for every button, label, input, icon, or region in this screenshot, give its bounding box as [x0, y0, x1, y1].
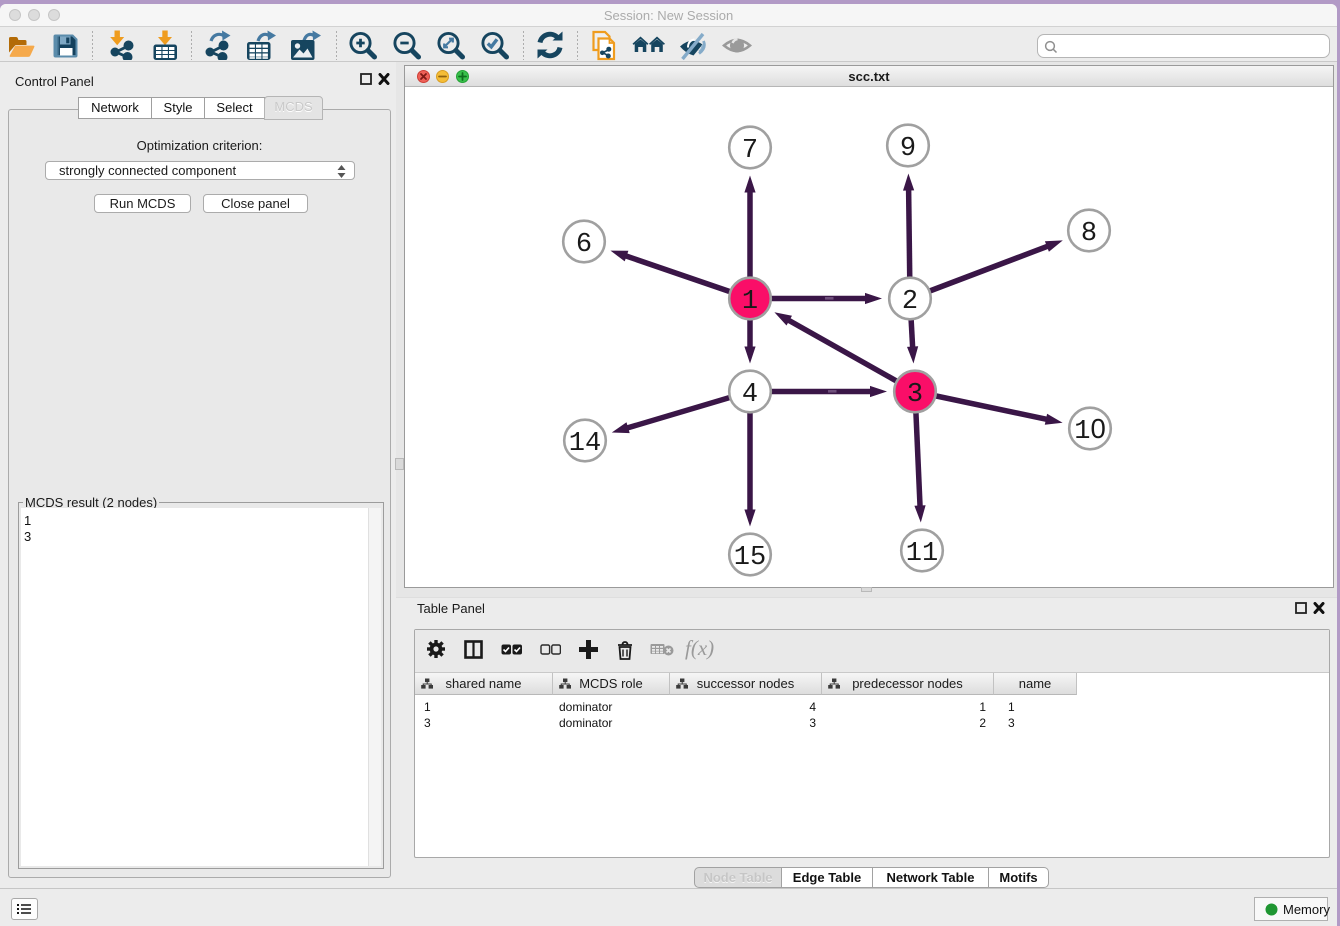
svg-text:1: 1	[742, 287, 758, 317]
svg-text:14: 14	[569, 429, 601, 459]
svg-text:3: 3	[907, 380, 923, 410]
svg-text:6: 6	[576, 230, 592, 260]
svg-text:4: 4	[742, 380, 758, 410]
svg-text:9: 9	[900, 134, 916, 164]
svg-text:11: 11	[906, 539, 938, 569]
svg-text:10: 10	[1074, 413, 1106, 447]
svg-text:8: 8	[1081, 219, 1097, 249]
svg-text:7: 7	[742, 136, 758, 166]
svg-text:15: 15	[734, 543, 766, 573]
svg-text:2: 2	[902, 287, 918, 317]
